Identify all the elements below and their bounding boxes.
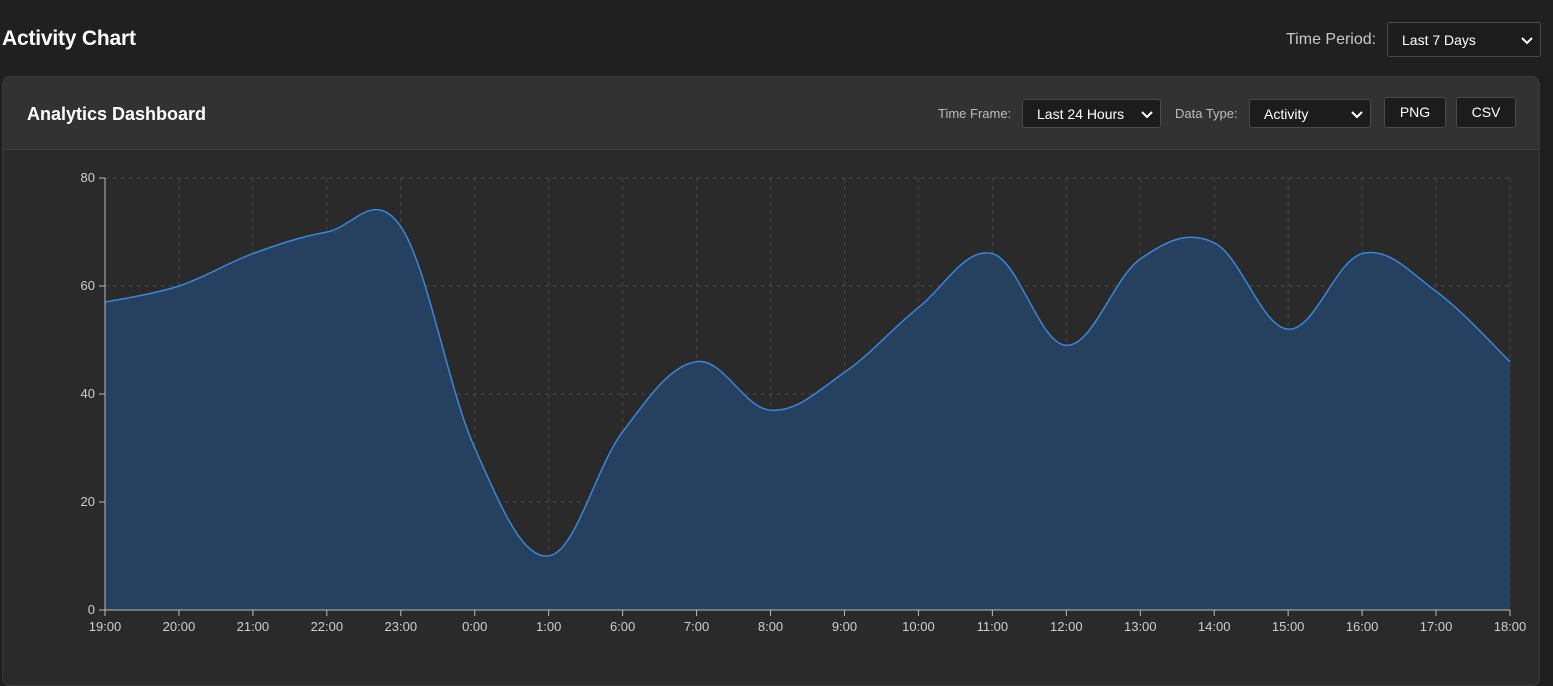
x-tick-label: 7:00 — [684, 619, 709, 634]
x-tick-label: 0:00 — [462, 619, 487, 634]
x-tick-label: 17:00 — [1420, 619, 1453, 634]
x-tick-label: 16:00 — [1346, 619, 1379, 634]
x-tick-label: 21:00 — [237, 619, 270, 634]
y-tick-label: 20 — [81, 494, 95, 509]
x-tick-label: 12:00 — [1050, 619, 1083, 634]
x-tick-label: 19:00 — [89, 619, 122, 634]
y-tick-label: 80 — [81, 170, 95, 185]
x-tick-label: 11:00 — [977, 619, 1009, 634]
x-tick-label: 6:00 — [610, 619, 635, 634]
x-tick-label: 18:00 — [1494, 619, 1527, 634]
x-tick-label: 20:00 — [163, 619, 196, 634]
x-tick-label: 23:00 — [385, 619, 418, 634]
x-tick-label: 10:00 — [902, 619, 935, 634]
x-tick-label: 8:00 — [758, 619, 783, 634]
x-tick-label: 1:00 — [536, 619, 561, 634]
activity-area-chart: 0 20 40 60 80 19:00 20:00 21:00 22:00 23:00 0:00 1:… — [81, 170, 1527, 634]
x-tick-label: 15:00 — [1272, 619, 1305, 634]
x-tick-label: 13:00 — [1124, 619, 1157, 634]
x-tick-label: 9:00 — [832, 619, 857, 634]
y-tick-label: 40 — [81, 386, 95, 401]
x-tick-label: 14:00 — [1198, 619, 1231, 634]
y-tick-label: 0 — [88, 602, 95, 617]
y-tick-label: 60 — [81, 278, 95, 293]
area-fill — [105, 209, 1510, 610]
x-tick-label: 22:00 — [311, 619, 344, 634]
